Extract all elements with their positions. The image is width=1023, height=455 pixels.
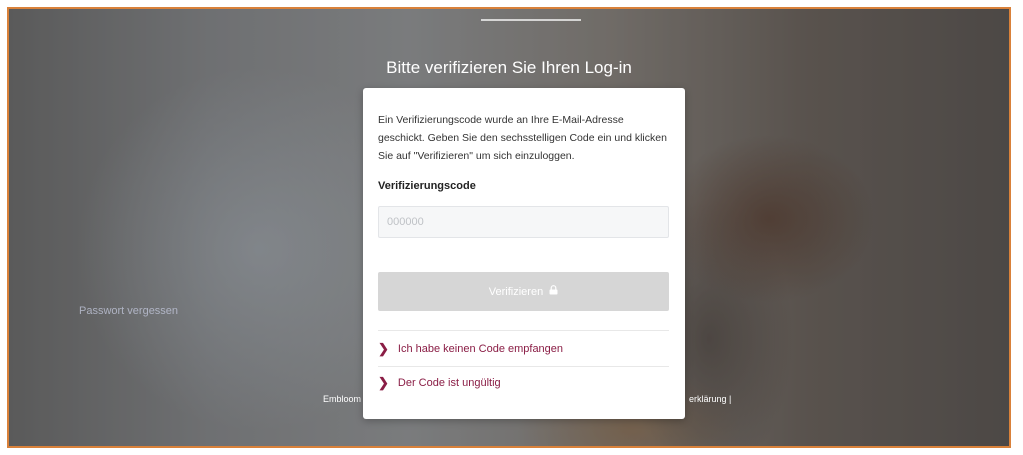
code-label: Verifizierungscode bbox=[378, 180, 476, 192]
verify-button[interactable]: Verifizieren bbox=[378, 272, 669, 311]
page-title: Bitte verifizieren Sie Ihren Log-in bbox=[386, 58, 632, 77]
verification-card: Ein Verifizierungscode wurde an Ihre E-M… bbox=[363, 88, 685, 419]
top-bar-line bbox=[481, 19, 581, 21]
invalid-code-link-label: Der Code ist ungültig bbox=[397, 376, 501, 389]
chevron-right-icon: ❯ bbox=[378, 341, 389, 356]
divider-middle bbox=[378, 366, 669, 367]
divider-top bbox=[378, 330, 669, 331]
invalid-code-link[interactable]: ❯ Der Code ist ungültig bbox=[378, 376, 501, 389]
lock-icon bbox=[549, 285, 558, 298]
chevron-right-icon: ❯ bbox=[378, 375, 389, 390]
footer-right-text: erklärung | bbox=[689, 394, 732, 404]
background-link: Passwort vergessen bbox=[79, 305, 179, 317]
intro-text: Ein Verifizierungscode wurde an Ihre E-M… bbox=[378, 114, 667, 162]
no-code-link-label: Ich habe keinen Code empfangen bbox=[397, 342, 564, 355]
code-input[interactable] bbox=[378, 206, 669, 238]
verify-button-label: Verifizieren bbox=[488, 285, 544, 298]
footer-left-text: Embloom | bbox=[323, 394, 366, 404]
no-code-link[interactable]: ❯ Ich habe keinen Code empfangen bbox=[378, 342, 563, 355]
